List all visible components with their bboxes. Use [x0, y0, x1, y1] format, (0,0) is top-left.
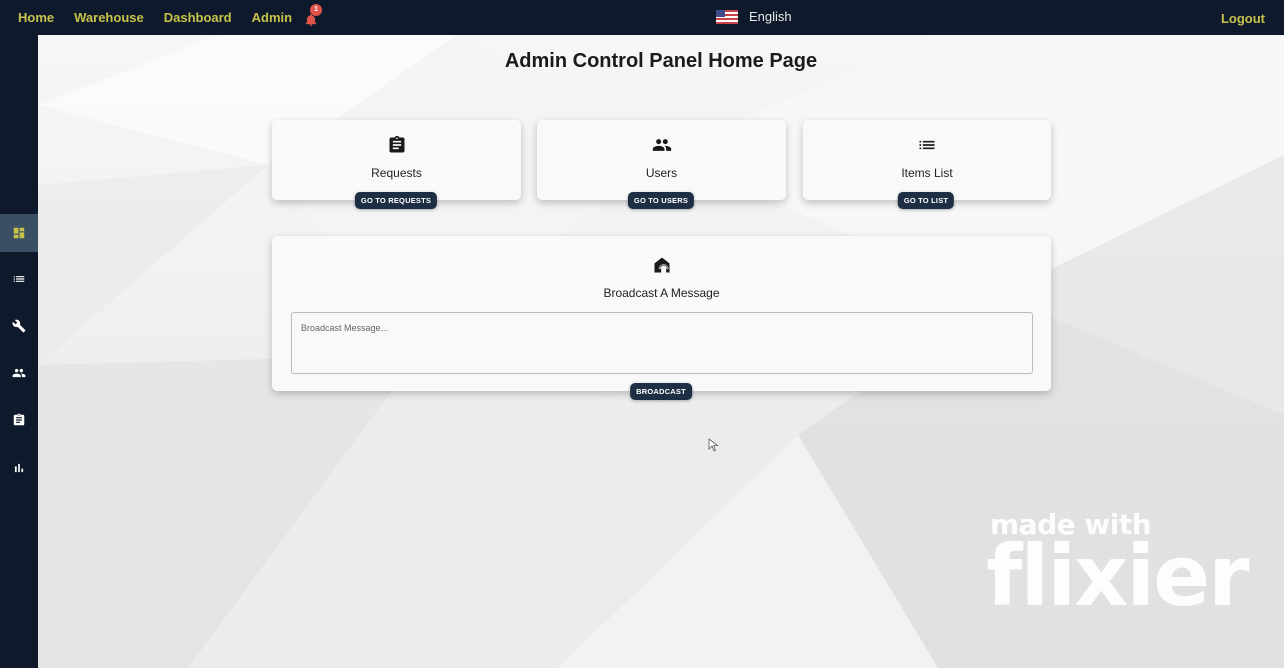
watermark-line2: flixier [986, 527, 1250, 625]
broadcast-card-title: Broadcast A Message [603, 286, 720, 300]
notification-bell[interactable]: 1 [304, 3, 323, 26]
language-label: English [749, 9, 792, 24]
logout-link[interactable]: Logout [1221, 11, 1265, 26]
sidebar-item-stats[interactable] [0, 449, 38, 487]
sidebar-item-users[interactable] [0, 354, 38, 392]
clipboard-icon [389, 135, 404, 153]
broadcast-card: Broadcast A Message [272, 236, 1051, 391]
wrench-icon [12, 319, 26, 333]
sidebar-item-dashboard[interactable] [0, 214, 38, 252]
mouse-cursor-icon [708, 438, 719, 452]
sidebar-item-list[interactable] [0, 260, 38, 298]
bar-chart-icon [14, 463, 24, 473]
go-to-list-button[interactable]: GO TO LIST [897, 192, 955, 209]
nav-dashboard-link[interactable]: Dashboard [164, 10, 232, 25]
go-to-requests-button[interactable]: GO TO REQUESTS [354, 192, 438, 209]
us-flag-icon [716, 9, 738, 24]
nav-home-link[interactable]: Home [18, 10, 54, 25]
requests-card: Requests [272, 120, 521, 200]
people-icon [652, 139, 671, 151]
language-selector[interactable]: English [716, 9, 792, 24]
sidebar-item-tools[interactable] [0, 307, 38, 345]
list-icon [13, 276, 25, 282]
dashboard-icon [13, 227, 25, 239]
sidebar [0, 35, 38, 668]
broadcast-button[interactable]: BROADCAST [630, 383, 692, 400]
page-title: Admin Control Panel Home Page [504, 50, 818, 72]
people-icon [12, 368, 26, 378]
list-icon [919, 140, 935, 150]
requests-card-title: Requests [371, 166, 422, 180]
top-navbar: Home Warehouse Dashboard Admin 1 English… [0, 0, 1284, 35]
clipboard-icon [13, 413, 25, 426]
broadcast-icon [654, 257, 669, 273]
items-list-card-title: Items List [901, 166, 953, 180]
items-list-card: Items List [803, 120, 1051, 200]
sidebar-item-requests[interactable] [0, 401, 38, 439]
broadcast-message-box [291, 312, 1033, 374]
users-card-title: Users [645, 166, 678, 180]
go-to-users-button[interactable]: GO TO USERS [627, 192, 695, 209]
nav-admin-link[interactable]: Admin [252, 10, 292, 25]
users-card: Users [537, 120, 786, 200]
notification-badge: 1 [310, 3, 323, 16]
watermark: made with flixier [986, 508, 1250, 638]
broadcast-message-input[interactable] [292, 313, 1032, 373]
main-content: Admin Control Panel Home Page Requests G… [38, 35, 1284, 668]
nav-warehouse-link[interactable]: Warehouse [74, 10, 144, 25]
